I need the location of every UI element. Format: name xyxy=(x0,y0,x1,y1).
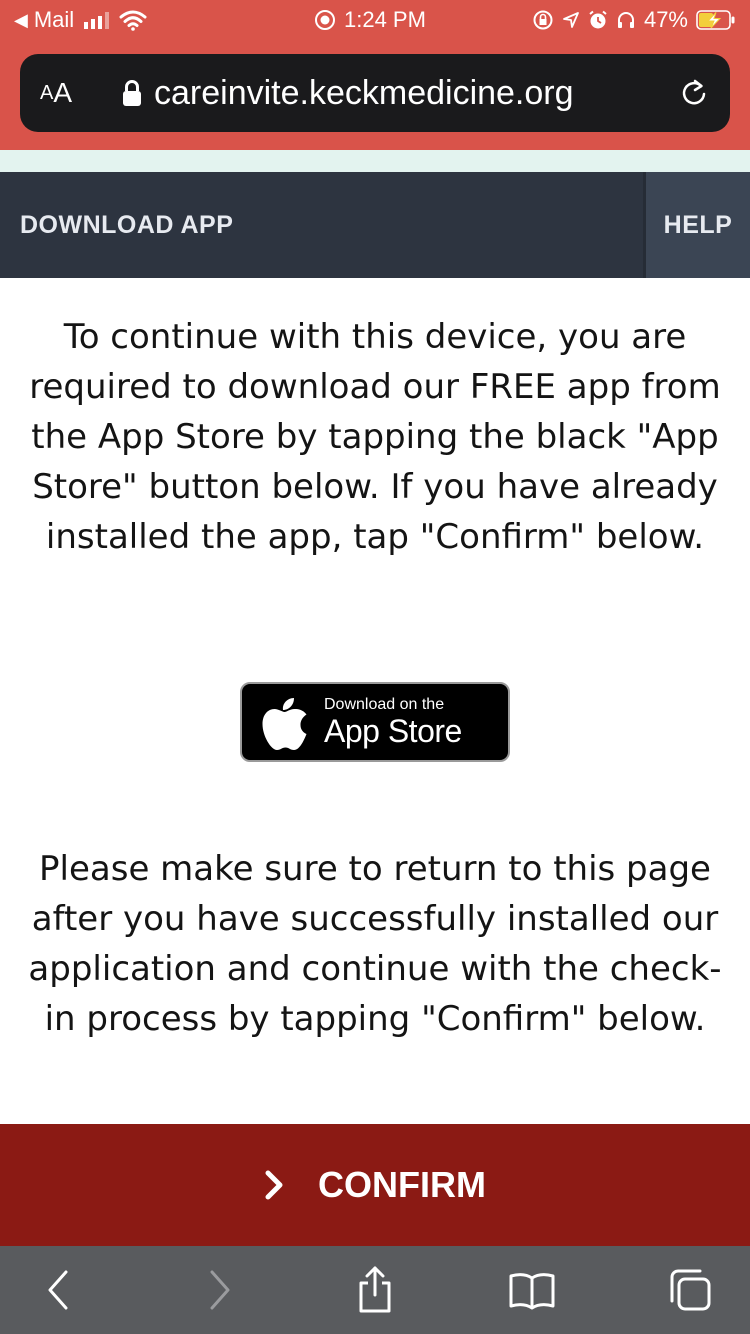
help-button[interactable]: HELP xyxy=(643,172,750,278)
app-store-big-text: App Store xyxy=(324,713,462,749)
browser-url-area: A A careinvite.keckmedicine.org xyxy=(0,40,750,150)
lock-rotation-icon xyxy=(532,9,554,31)
wifi-icon xyxy=(119,9,147,31)
address-bar[interactable]: A A careinvite.keckmedicine.org xyxy=(20,54,730,132)
battery-percent: 47% xyxy=(643,7,688,32)
reload-icon[interactable] xyxy=(674,73,714,113)
location-arrow-icon xyxy=(562,11,580,29)
back-app-label[interactable]: Mail xyxy=(34,7,74,33)
return-message: Please make sure to return to this page … xyxy=(28,849,722,1039)
confirm-button[interactable]: CONFIRM xyxy=(0,1124,750,1246)
url-text: careinvite.keckmedicine.org xyxy=(154,73,574,112)
headphones-icon xyxy=(616,10,636,30)
instruction-message: To continue with this device, you are re… xyxy=(29,317,721,557)
apple-logo-icon xyxy=(260,694,310,754)
text-size-button[interactable]: A A xyxy=(40,54,72,132)
confirm-label: CONFIRM xyxy=(318,1164,486,1205)
app-store-small-text: Download on the xyxy=(324,696,445,713)
share-icon[interactable] xyxy=(343,1246,407,1334)
chevron-right-icon xyxy=(264,1169,284,1201)
browser-toolbar xyxy=(0,1246,750,1334)
app-store-button[interactable]: Download on the App Store xyxy=(240,682,510,762)
page-top-strip xyxy=(0,150,750,172)
nav-download-app[interactable]: DOWNLOAD APP xyxy=(20,172,233,278)
status-bar: ◀ Mail 1:24 PM 47% xyxy=(0,0,750,40)
signal-icon xyxy=(84,11,110,29)
bookmarks-icon[interactable] xyxy=(500,1246,564,1334)
text-size-small: A xyxy=(40,81,54,104)
status-left: ◀ Mail xyxy=(14,0,147,40)
back-icon[interactable] xyxy=(27,1246,91,1334)
alarm-icon xyxy=(588,10,608,30)
location-dot-icon xyxy=(314,9,336,31)
text-size-big: A xyxy=(53,77,73,108)
status-center: 1:24 PM xyxy=(314,0,426,40)
url-display[interactable]: careinvite.keckmedicine.org xyxy=(122,54,574,132)
tabs-icon[interactable] xyxy=(658,1246,722,1334)
lock-icon xyxy=(122,79,142,107)
status-time: 1:24 PM xyxy=(344,7,426,32)
back-arrow-icon[interactable]: ◀ xyxy=(14,10,28,31)
forward-icon[interactable] xyxy=(187,1246,251,1334)
status-right: 47% xyxy=(532,0,736,40)
battery-charging-icon xyxy=(696,9,736,31)
app-nav-bar: DOWNLOAD APP HELP xyxy=(0,172,750,278)
